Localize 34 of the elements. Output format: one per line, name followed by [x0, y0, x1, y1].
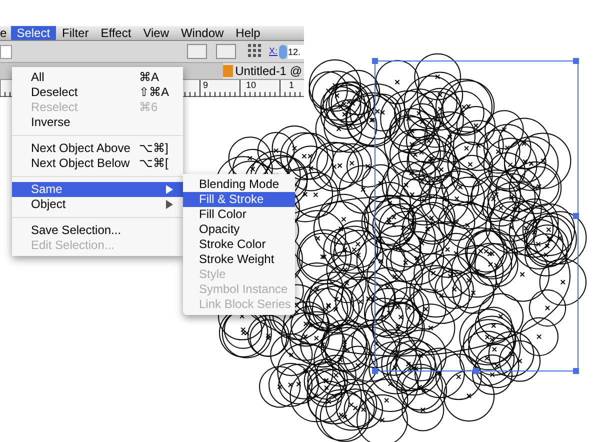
menu-title[interactable]: Filter: [56, 26, 95, 40]
menu-title[interactable]: Help: [230, 26, 266, 40]
align-dropdown[interactable]: [216, 44, 236, 59]
input-field[interactable]: [0, 45, 12, 59]
menu-item[interactable]: Stroke Weight: [183, 252, 295, 267]
menu-title[interactable]: e: [0, 26, 11, 40]
menu-item[interactable]: Blending Mode: [183, 177, 295, 192]
selection-tool-dropdown[interactable]: [187, 44, 207, 59]
menu-item[interactable]: Opacity: [183, 222, 295, 237]
menu-title[interactable]: Window: [174, 26, 230, 40]
menu-item[interactable]: Next Object Above ⌥⌘]: [12, 141, 183, 156]
menu-item[interactable]: Save Selection...: [12, 223, 183, 238]
ruler-label: 1: [289, 80, 294, 90]
bounding-box[interactable]: [372, 58, 579, 374]
reference-point-icon[interactable]: [248, 44, 262, 58]
menu-item[interactable]: Fill & Stroke: [183, 192, 295, 207]
x-field[interactable]: 12.: [288, 45, 304, 59]
menu-item[interactable]: All ⌘A: [12, 70, 183, 85]
menu-item[interactable]: Fill Color: [183, 207, 295, 222]
ruler-label: 10: [246, 80, 256, 90]
menu-item[interactable]: Inverse: [12, 115, 183, 130]
menu-item[interactable]: Same: [12, 182, 183, 197]
document-icon: [223, 65, 234, 77]
menu-item[interactable]: Object: [12, 197, 183, 212]
menu-title[interactable]: Effect: [94, 26, 138, 40]
x-label: X:: [269, 45, 278, 58]
ruler-label: 9: [203, 80, 208, 90]
document-tab[interactable]: Untitled-1 @: [223, 63, 304, 79]
menu-item[interactable]: Stroke Color: [183, 237, 295, 252]
menu-item[interactable]: Next Object Below ⌥⌘[: [12, 156, 183, 171]
menu-title[interactable]: Select: [10, 26, 56, 40]
menu-item[interactable]: Deselect ⇧⌘A: [12, 85, 183, 100]
stepper-icon[interactable]: [279, 45, 287, 59]
menu-title[interactable]: View: [137, 26, 175, 40]
